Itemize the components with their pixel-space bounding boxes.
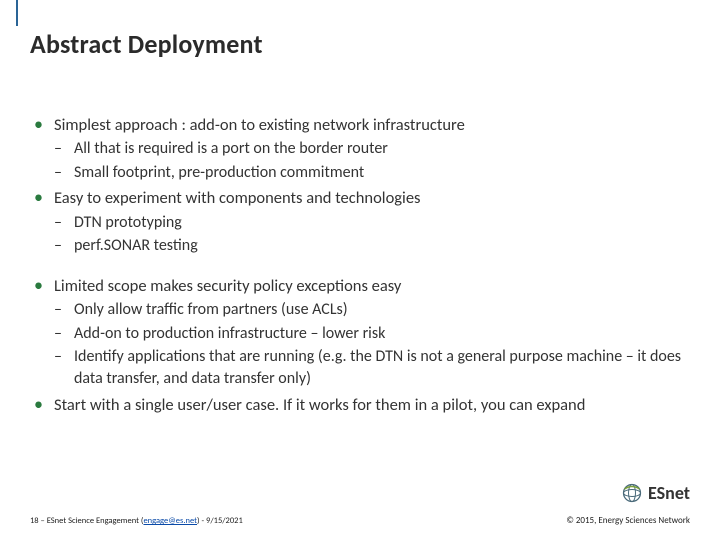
accent-bar: [16, 0, 18, 26]
esnet-logo: ESnet: [622, 482, 690, 504]
page-title: Abstract Deployment: [30, 28, 263, 60]
sub-list: Only allow traffic from partners (use AC…: [54, 299, 690, 389]
list-item: Small footprint, pre-production commitme…: [54, 162, 690, 184]
list-item: Simplest approach : add-on to existing n…: [30, 114, 690, 183]
content-area: Simplest approach : add-on to existing n…: [30, 114, 690, 420]
list-item: Limited scope makes security policy exce…: [30, 275, 690, 390]
bullet-text: Start with a single user/user case. If i…: [54, 395, 585, 415]
bullet-text: Simplest approach : add-on to existing n…: [54, 115, 465, 135]
sub-text: Only allow traffic from partners (use AC…: [74, 300, 348, 319]
list-item: Easy to experiment with components and t…: [30, 187, 690, 256]
sub-list: All that is required is a port on the bo…: [54, 138, 690, 183]
sub-text: All that is required is a port on the bo…: [74, 139, 388, 158]
list-item: Add-on to production infrastructure – lo…: [54, 323, 690, 345]
list-item: All that is required is a port on the bo…: [54, 138, 690, 160]
page-number: 18: [30, 516, 39, 526]
list-item: DTN prototyping: [54, 212, 690, 234]
sub-text: Small footprint, pre-production commitme…: [74, 163, 364, 182]
footer-close: ) -: [197, 516, 206, 526]
list-item: Only allow traffic from partners (use AC…: [54, 299, 690, 321]
list-item: Identify applications that are running (…: [54, 346, 690, 389]
list-item: Start with a single user/user case. If i…: [30, 394, 690, 416]
slide: Abstract Deployment Simplest approach : …: [0, 0, 720, 540]
sub-text: Identify applications that are running (…: [74, 347, 681, 388]
bullet-list: Simplest approach : add-on to existing n…: [30, 114, 690, 257]
bullet-list: Limited scope makes security policy exce…: [30, 275, 690, 416]
sub-text: perf.SONAR testing: [74, 236, 198, 255]
list-item: perf.SONAR testing: [54, 235, 690, 257]
sub-text: DTN prototyping: [74, 213, 182, 232]
sub-text: Add-on to production infrastructure – lo…: [74, 324, 385, 343]
sub-list: DTN prototyping perf.SONAR testing: [54, 212, 690, 257]
footer-date: 9/15/2021: [206, 516, 243, 526]
footer-copyright: © 2015, Energy Sciences Network: [566, 515, 690, 526]
logo-text: ESnet: [648, 482, 690, 504]
footer-org: ESnet Science Engagement (: [47, 516, 144, 526]
footer-sep: –: [39, 516, 47, 526]
footer: 18 – ESnet Science Engagement (engage@es…: [30, 515, 690, 526]
bullet-text: Limited scope makes security policy exce…: [54, 276, 401, 296]
footer-email-link[interactable]: engage@es.net: [143, 516, 197, 526]
bullet-text: Easy to experiment with components and t…: [54, 188, 420, 208]
footer-left: 18 – ESnet Science Engagement (engage@es…: [30, 516, 243, 526]
globe-icon: [622, 483, 642, 503]
spacer: [30, 261, 690, 275]
